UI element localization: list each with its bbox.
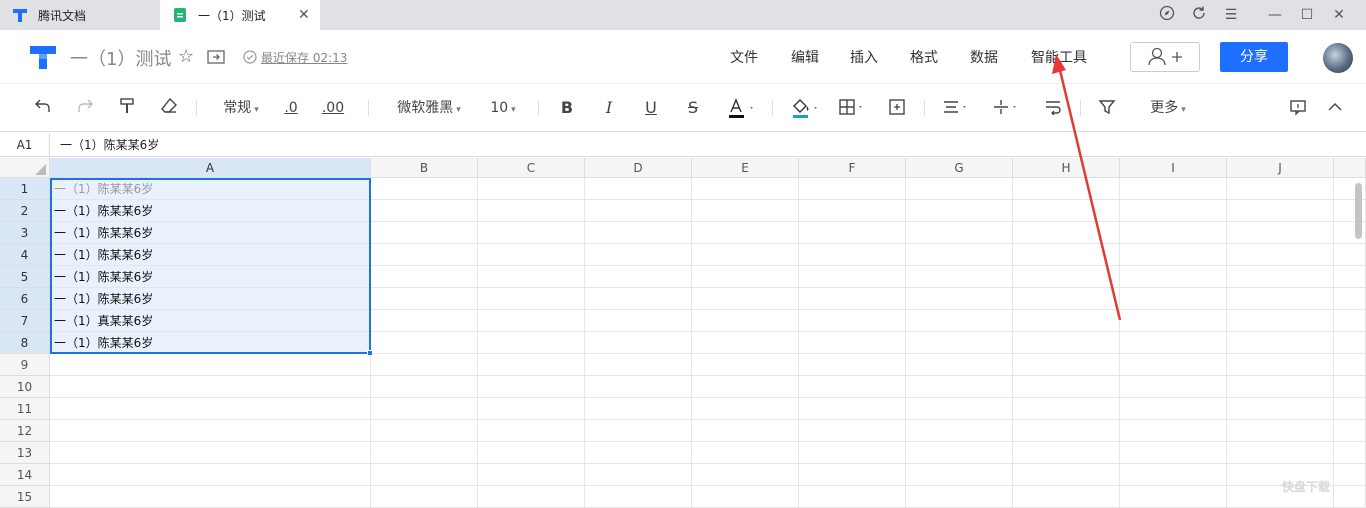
annotation-arrow [1052,54,1122,321]
